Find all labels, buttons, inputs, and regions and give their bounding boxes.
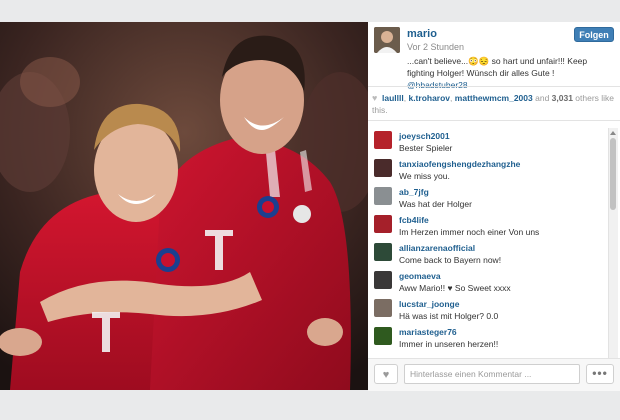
likes-summary: ♥ laullll, k.troharov, matthewmcm_2003 an…	[372, 92, 616, 116]
post-sidebar: mario Vor 2 Stunden Folgen ...can't beli…	[368, 22, 620, 391]
divider	[368, 86, 620, 87]
liker-link[interactable]: k.troharov	[408, 93, 450, 103]
comment-avatar[interactable]	[374, 271, 392, 289]
caption-text: ...can't believe...😳😔 so hart und unfair…	[407, 56, 588, 78]
comment-text: Was hat der Holger	[399, 199, 472, 209]
comment-username[interactable]: ab_7jfg	[399, 187, 429, 197]
comment-text: Im Herzen immer noch einer Von uns	[399, 227, 540, 237]
comment-avatar[interactable]	[374, 131, 392, 149]
comment-item: mariasteger76 Immer in unseren herzen!!	[368, 324, 608, 352]
comment-item: allianzarenaofficial Come back to Bayern…	[368, 240, 608, 268]
scrollbar-thumb[interactable]	[610, 138, 616, 210]
heart-icon: ♥	[372, 93, 378, 103]
comment-username[interactable]: mariasteger76	[399, 327, 457, 337]
likes-count[interactable]: 3,031	[552, 93, 573, 103]
comment-avatar[interactable]	[374, 327, 392, 345]
user-avatar[interactable]	[374, 27, 400, 53]
scroll-up-arrow-icon[interactable]	[610, 131, 616, 135]
comment-username[interactable]: lucstar_joonge	[399, 299, 459, 309]
post-photo-image	[0, 22, 368, 390]
liker-link[interactable]: laullll	[382, 93, 404, 103]
heart-icon: ♥	[382, 369, 390, 381]
comments-list: joeysch2001 Bester Spieler tanxiaofengsh…	[368, 128, 608, 379]
comment-avatar[interactable]	[374, 159, 392, 177]
post-card: mario Vor 2 Stunden Folgen ...can't beli…	[0, 22, 620, 391]
liker-link[interactable]: matthewmcm_2003	[455, 93, 533, 103]
comment-footer: ♥ •••	[368, 358, 620, 391]
comment-text: Bester Spieler	[399, 143, 453, 153]
comment-item: ab_7jfg Was hat der Holger	[368, 184, 608, 212]
comment-username[interactable]: fcb4life	[399, 215, 429, 225]
comment-username[interactable]: geomaeva	[399, 271, 441, 281]
comment-text: Hä was ist mit Holger? 0.0	[399, 311, 499, 321]
comment-input[interactable]	[404, 364, 580, 384]
comment-username[interactable]: tanxiaofengshengdezhangzhe	[399, 159, 520, 169]
likes-and: and	[532, 93, 552, 103]
post-photo[interactable]	[0, 22, 368, 390]
comment-avatar[interactable]	[374, 243, 392, 261]
comment-item: geomaeva Aww Mario!! ♥ So Sweet xxxx	[368, 268, 608, 296]
follow-button[interactable]: Folgen	[574, 27, 614, 42]
comments-scrollbar[interactable]	[608, 128, 618, 379]
comment-text: Aww Mario!! ♥ So Sweet xxxx	[399, 283, 511, 293]
avatar-image	[374, 27, 400, 53]
comment-text: We miss you.	[399, 171, 450, 181]
comment-item: lucstar_joonge Hä was ist mit Holger? 0.…	[368, 296, 608, 324]
like-button[interactable]: ♥	[374, 364, 398, 384]
divider	[368, 120, 620, 121]
post-timestamp: Vor 2 Stunden	[407, 42, 465, 52]
comment-item: fcb4life Im Herzen immer noch einer Von …	[368, 212, 608, 240]
comment-avatar[interactable]	[374, 299, 392, 317]
caption-mention[interactable]: @hbadstuber28	[407, 80, 468, 90]
comment-item: joeysch2001 Bester Spieler	[368, 128, 608, 156]
post-header: mario Vor 2 Stunden Folgen ...can't beli…	[368, 22, 620, 90]
comment-avatar[interactable]	[374, 215, 392, 233]
more-options-button[interactable]: •••	[586, 364, 614, 384]
post-username[interactable]: mario	[407, 28, 437, 40]
comment-username[interactable]: allianzarenaofficial	[399, 243, 475, 253]
comment-text: Immer in unseren herzen!!	[399, 339, 499, 349]
comment-text: Come back to Bayern now!	[399, 255, 502, 265]
comment-item: tanxiaofengshengdezhangzhe We miss you.	[368, 156, 608, 184]
comment-avatar[interactable]	[374, 187, 392, 205]
comment-username[interactable]: joeysch2001	[399, 131, 450, 141]
